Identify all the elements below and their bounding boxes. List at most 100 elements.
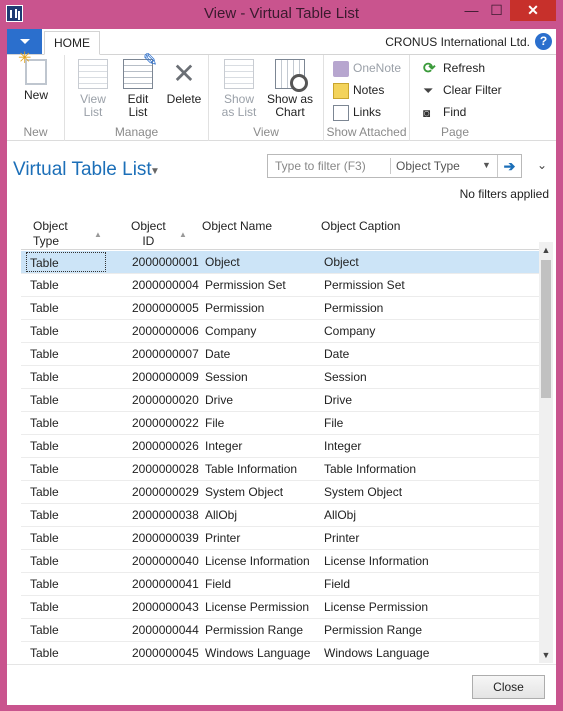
cell-object-id[interactable]: 2000000028	[132, 458, 199, 480]
cell-object-type[interactable]: Table	[30, 320, 59, 342]
cell-object-type[interactable]: Table	[30, 389, 59, 411]
cell-object-caption[interactable]: System Object	[324, 481, 402, 503]
cell-object-name[interactable]: Table Information	[205, 458, 297, 480]
cell-object-caption[interactable]: License Information	[324, 550, 429, 572]
links-button[interactable]: Links	[333, 103, 381, 123]
close-button[interactable]: Close	[472, 675, 545, 699]
tab-home[interactable]: HOME	[44, 31, 100, 55]
cell-object-name[interactable]: System Object	[205, 481, 283, 503]
cell-object-id[interactable]: 2000000006	[132, 320, 199, 342]
table-row[interactable]: Table 2000000022 File File	[21, 412, 539, 435]
table-row[interactable]: Table 2000000029 System Object System Objec…	[21, 481, 539, 504]
cell-object-name[interactable]: Date	[205, 343, 230, 365]
cell-object-type[interactable]: Table	[30, 274, 59, 296]
company-name[interactable]: CRONUS International Ltd.	[385, 35, 530, 49]
close-window-button[interactable]: ✕	[510, 0, 556, 21]
cell-object-id[interactable]: 2000000029	[132, 481, 199, 503]
column-header-object-type[interactable]: Object Type	[33, 219, 68, 249]
table-row[interactable]: Table 2000000006 Company Company	[21, 320, 539, 343]
cell-object-type[interactable]: Table	[30, 550, 59, 572]
cell-object-name[interactable]: Permission	[205, 297, 264, 319]
page-title[interactable]: Virtual Table List	[13, 159, 152, 181]
cell-object-caption[interactable]: Drive	[324, 389, 352, 411]
sort-ascending-icon[interactable]: ▲	[94, 230, 102, 239]
cell-object-id[interactable]: 2000000043	[132, 596, 199, 618]
table-row[interactable]: Table 2000000043 License Permission License…	[21, 596, 539, 619]
scroll-up-arrow-icon[interactable]: ▲	[539, 242, 553, 258]
table-row[interactable]: Table 2000000045 Windows Language Windows L…	[21, 642, 539, 662]
cell-object-caption[interactable]: Date	[324, 343, 349, 365]
cell-object-id[interactable]: 2000000009	[132, 366, 199, 388]
cell-object-id[interactable]: 2000000039	[132, 527, 199, 549]
edit-list-button[interactable]: Edit List	[119, 54, 158, 119]
apply-filter-arrow-icon[interactable]: ➔	[497, 155, 521, 177]
maximize-button[interactable]: ☐	[484, 0, 509, 21]
cell-object-id[interactable]: 2000000045	[132, 642, 199, 662]
cell-object-type[interactable]: Table	[26, 252, 106, 272]
cell-object-name[interactable]: Field	[205, 573, 231, 595]
cell-object-caption[interactable]: AllObj	[324, 504, 356, 526]
table-row[interactable]: Table 2000000039 Printer Printer	[21, 527, 539, 550]
cell-object-caption[interactable]: Integer	[324, 435, 361, 457]
column-header-object-name[interactable]: Object Name	[202, 219, 272, 234]
cell-object-type[interactable]: Table	[30, 458, 59, 480]
table-row[interactable]: Table 2000000007 Date Date	[21, 343, 539, 366]
cell-object-name[interactable]: Drive	[205, 389, 233, 411]
cell-object-id[interactable]: 2000000038	[132, 504, 199, 526]
table-row[interactable]: Table 2000000004 Permission Set Permission …	[21, 274, 539, 297]
table-row[interactable]: Table 2000000005 Permission Permission	[21, 297, 539, 320]
cell-object-caption[interactable]: Table Information	[324, 458, 416, 480]
cell-object-id[interactable]: 2000000040	[132, 550, 199, 572]
show-as-chart-button[interactable]: Show as Chart	[264, 59, 316, 119]
vertical-scrollbar[interactable]: ▲ ▼	[539, 242, 553, 663]
cell-object-id[interactable]: 2000000001	[132, 251, 199, 273]
cell-object-caption[interactable]: Windows Language	[324, 642, 429, 662]
cell-object-id[interactable]: 2000000041	[132, 573, 199, 595]
find-button[interactable]: ◙ Find	[423, 103, 466, 123]
help-icon[interactable]: ?	[535, 33, 552, 50]
view-list-button[interactable]: View List	[73, 59, 113, 119]
table-row[interactable]: Table 2000000026 Integer Integer	[21, 435, 539, 458]
collapse-chevron-icon[interactable]: ⌄	[537, 158, 547, 172]
cell-object-type[interactable]: Table	[30, 596, 59, 618]
column-header-object-id[interactable]: Object ID	[131, 219, 166, 249]
cell-object-name[interactable]: Windows Language	[205, 642, 310, 662]
cell-object-type[interactable]: Table	[30, 297, 59, 319]
table-row[interactable]: Table 2000000020 Drive Drive	[21, 389, 539, 412]
cell-object-id[interactable]: 2000000007	[132, 343, 199, 365]
cell-object-id[interactable]: 2000000005	[132, 297, 199, 319]
cell-object-name[interactable]: Printer	[205, 527, 240, 549]
new-button[interactable]: New	[17, 52, 55, 102]
cell-object-type[interactable]: Table	[30, 642, 59, 662]
notes-button[interactable]: Notes	[333, 81, 384, 101]
onenote-button[interactable]: OneNote	[333, 59, 401, 79]
table-row[interactable]: Table 2000000041 Field Field	[21, 573, 539, 596]
table-row[interactable]: Table 2000000040 License Information Licens…	[21, 550, 539, 573]
show-as-list-button[interactable]: Show as List	[217, 59, 261, 119]
sort-ascending-icon[interactable]: ▲	[179, 230, 187, 239]
cell-object-name[interactable]: Session	[205, 366, 248, 388]
cell-object-caption[interactable]: Permission Range	[324, 619, 422, 641]
table-row[interactable]: Table 2000000028 Table Information Table In…	[21, 458, 539, 481]
table-row[interactable]: Table 2000000009 Session Session	[21, 366, 539, 389]
clear-filter-button[interactable]: ⏷ Clear Filter	[423, 81, 502, 101]
column-header-object-caption[interactable]: Object Caption	[321, 219, 400, 234]
cell-object-name[interactable]: Permission Set	[205, 274, 286, 296]
minimize-button[interactable]: —	[459, 0, 484, 21]
filter-input[interactable]	[268, 155, 390, 177]
cell-object-name[interactable]: File	[205, 412, 224, 434]
cell-object-type[interactable]: Table	[30, 573, 59, 595]
cell-object-caption[interactable]: Session	[324, 366, 367, 388]
cell-object-name[interactable]: AllObj	[205, 504, 237, 526]
page-title-chevron-icon[interactable]: ▼	[150, 166, 160, 177]
cell-object-name[interactable]: License Information	[205, 550, 310, 572]
cell-object-type[interactable]: Table	[30, 527, 59, 549]
cell-object-caption[interactable]: Field	[324, 573, 350, 595]
table-row[interactable]: Table 2000000044 Permission Range Permissio…	[21, 619, 539, 642]
cell-object-type[interactable]: Table	[30, 481, 59, 503]
refresh-button[interactable]: ⟳ Refresh	[423, 59, 485, 79]
cell-object-type[interactable]: Table	[30, 343, 59, 365]
cell-object-id[interactable]: 2000000004	[132, 274, 199, 296]
table-row[interactable]: Table 2000000038 AllObj AllObj	[21, 504, 539, 527]
cell-object-name[interactable]: Company	[205, 320, 256, 342]
